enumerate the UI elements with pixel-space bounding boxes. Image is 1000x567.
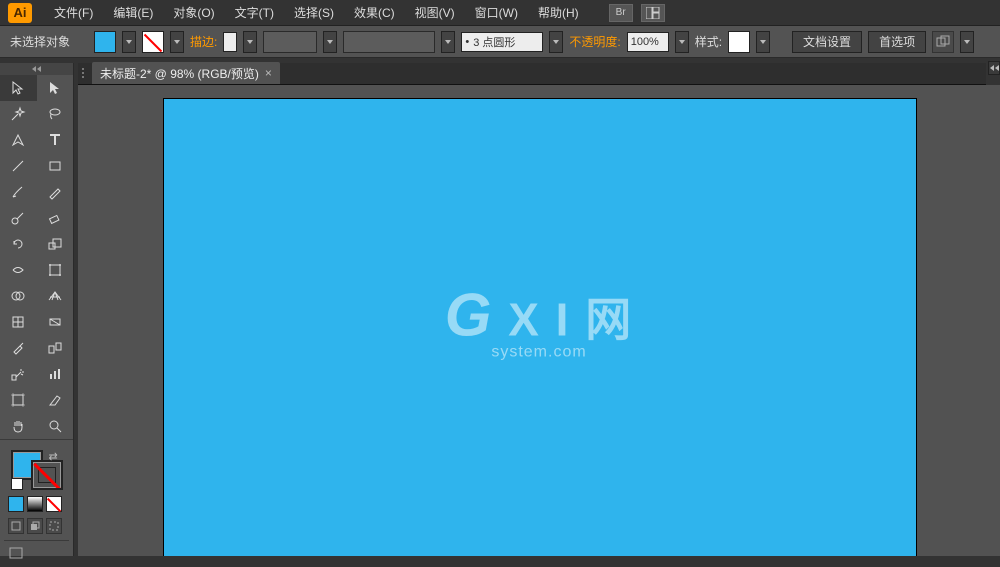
tabbar: 未标题-2* @ 98% (RGB/预览) × — [78, 63, 986, 85]
stroke-weight-input[interactable] — [223, 32, 237, 52]
screen-mode-row — [4, 540, 69, 561]
direct-selection-tool[interactable] — [37, 75, 74, 101]
selection-tool[interactable] — [0, 75, 37, 101]
menubar: Ai 文件(F) 编辑(E) 对象(O) 文字(T) 选择(S) 效果(C) 视… — [0, 0, 1000, 26]
menu-type[interactable]: 文字(T) — [225, 0, 284, 26]
brush-def[interactable] — [343, 31, 435, 53]
swap-fill-stroke-icon[interactable]: ⇄ — [49, 450, 61, 462]
shape-builder-tool[interactable] — [0, 283, 37, 309]
fill-swatch[interactable] — [94, 31, 116, 53]
stroke-box[interactable] — [31, 460, 63, 490]
column-graph-tool[interactable] — [37, 361, 74, 387]
line-tool[interactable] — [0, 153, 37, 179]
color-mode[interactable] — [8, 496, 24, 512]
slice-tool[interactable] — [37, 387, 74, 413]
menu-effect[interactable]: 效果(C) — [344, 0, 405, 26]
profile-value: 3 点圆形 — [473, 34, 515, 50]
options-bar: 未选择对象 描边: • 3 点圆形 不透明度: 100% 样式: 文档设置 首选… — [0, 26, 1000, 58]
profile-input[interactable]: • 3 点圆形 — [461, 32, 543, 52]
perspective-grid-tool[interactable] — [37, 283, 74, 309]
style-dropdown[interactable] — [756, 31, 770, 53]
paintbrush-tool[interactable] — [0, 179, 37, 205]
profile-bullet: • — [465, 36, 469, 48]
brush-dropdown[interactable] — [441, 31, 455, 53]
free-transform-tool[interactable] — [37, 257, 74, 283]
menu-window[interactable]: 窗口(W) — [465, 0, 528, 26]
menu-object[interactable]: 对象(O) — [163, 0, 224, 26]
lasso-tool[interactable] — [37, 101, 74, 127]
pen-tool[interactable] — [0, 127, 37, 153]
pencil-tool[interactable] — [37, 179, 74, 205]
draw-normal[interactable] — [8, 518, 24, 534]
arrange-docs-button[interactable] — [641, 4, 665, 22]
tabbar-handle[interactable] — [78, 62, 88, 84]
gradient-mode[interactable] — [27, 496, 43, 512]
tab-title: 未标题-2* @ 98% (RGB/预览) — [100, 65, 259, 82]
bridge-button[interactable]: Br — [609, 4, 633, 22]
fill-dropdown[interactable] — [122, 31, 136, 53]
toolbox-collapse[interactable] — [0, 63, 73, 75]
stroke-dropdown[interactable] — [170, 31, 184, 53]
symbol-sprayer-tool[interactable] — [0, 361, 37, 387]
draw-inside[interactable] — [46, 518, 62, 534]
scale-tool[interactable] — [37, 231, 74, 257]
stroke-swatch[interactable] — [142, 31, 164, 53]
menu-select[interactable]: 选择(S) — [284, 0, 344, 26]
blob-brush-tool[interactable] — [0, 205, 37, 231]
menu-file[interactable]: 文件(F) — [44, 0, 103, 26]
eraser-tool[interactable] — [37, 205, 74, 231]
color-controls: ⇄ — [0, 440, 73, 567]
profile-dropdown[interactable] — [549, 31, 563, 53]
opacity-input[interactable]: 100% — [627, 32, 669, 52]
type-tool[interactable] — [37, 127, 74, 153]
document-tab[interactable]: 未标题-2* @ 98% (RGB/预览) × — [92, 62, 280, 84]
default-fill-stroke-icon[interactable] — [11, 478, 23, 490]
tool-grid — [0, 75, 73, 440]
hand-tool[interactable] — [0, 413, 37, 439]
var-width-dropdown[interactable] — [323, 31, 337, 53]
style-label: 样式: — [695, 33, 722, 50]
panel-expand-handle[interactable] — [988, 61, 1000, 75]
mesh-tool[interactable] — [0, 309, 37, 335]
transform-panel-icon[interactable] — [932, 31, 954, 53]
fill-mode-row — [4, 496, 69, 518]
opacity-dropdown[interactable] — [675, 31, 689, 53]
rotate-tool[interactable] — [0, 231, 37, 257]
doc-setup-button[interactable]: 文档设置 — [792, 31, 862, 53]
artboard-tool[interactable] — [0, 387, 37, 413]
menu-view[interactable]: 视图(V) — [405, 0, 465, 26]
rectangle-tool[interactable] — [37, 153, 74, 179]
artboard[interactable] — [164, 99, 916, 556]
tab-close-icon[interactable]: × — [265, 66, 272, 80]
canvas-area[interactable]: G X I 网 system.com — [78, 85, 1000, 556]
preferences-button[interactable]: 首选项 — [868, 31, 926, 53]
fill-stroke-indicator[interactable]: ⇄ — [9, 450, 65, 490]
app-logo: Ai — [8, 3, 32, 23]
width-tool[interactable] — [0, 257, 37, 283]
magic-wand-tool[interactable] — [0, 101, 37, 127]
stroke-label: 描边: — [190, 33, 217, 50]
var-width-profile[interactable] — [263, 31, 317, 53]
none-mode[interactable] — [46, 496, 62, 512]
gradient-tool[interactable] — [37, 309, 74, 335]
transform-dropdown[interactable] — [960, 31, 974, 53]
draw-mode-row — [4, 518, 69, 540]
menubar-right: Br — [609, 4, 665, 22]
eyedropper-tool[interactable] — [0, 335, 37, 361]
zoom-tool[interactable] — [37, 413, 74, 439]
draw-behind[interactable] — [27, 518, 43, 534]
selection-status: 未选择对象 — [10, 33, 70, 50]
style-swatch[interactable] — [728, 31, 750, 53]
blend-tool[interactable] — [37, 335, 74, 361]
toolbox: ⇄ — [0, 63, 74, 556]
menu-help[interactable]: 帮助(H) — [528, 0, 589, 26]
stroke-weight-dropdown[interactable] — [243, 31, 257, 53]
opacity-label: 不透明度: — [569, 33, 620, 50]
menu-edit[interactable]: 编辑(E) — [103, 0, 163, 26]
screen-mode-button[interactable] — [8, 545, 24, 561]
